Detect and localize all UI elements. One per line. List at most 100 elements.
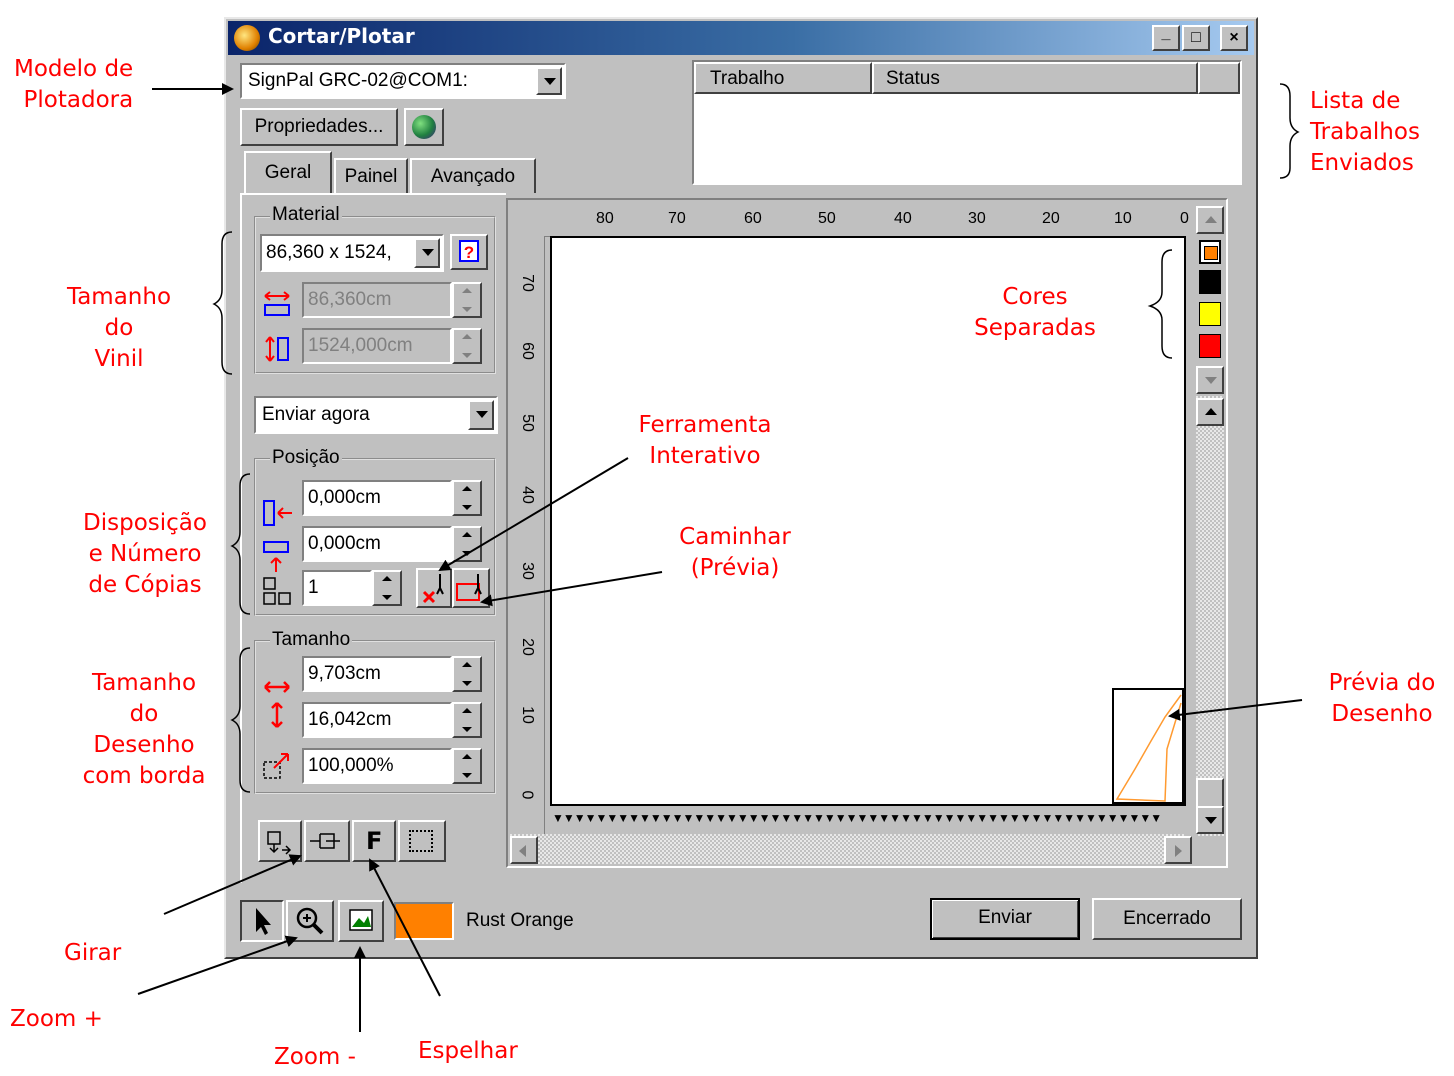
annotation-caminhar: Caminhar (Prévia) [650, 522, 820, 584]
size-group-label: Tamanho [270, 629, 353, 651]
maximize-button[interactable]: □ [1182, 25, 1210, 51]
chevron-down-icon[interactable] [414, 238, 440, 268]
column-header-status[interactable]: Status [872, 62, 1198, 94]
minimize-button[interactable]: _ [1152, 25, 1180, 51]
color-swatch[interactable] [1199, 334, 1221, 358]
tab-avancado-label: Avançado [430, 166, 516, 187]
vertical-scrollbar[interactable] [1196, 396, 1224, 836]
ruler-v-tick: 20 [518, 638, 536, 656]
annotation-caminhar-text: Caminhar (Prévia) [679, 524, 791, 581]
mirror-icon: F [366, 827, 383, 855]
annotation-tamanho-desenho: Tamanho do Desenho com borda [64, 668, 224, 792]
position-x-icon [262, 498, 294, 528]
interactive-tool-button[interactable] [416, 568, 452, 608]
plotter-model-select[interactable]: SignPal GRC-02@COM1: [240, 63, 566, 99]
annotation-zoom-minus: Zoom - [274, 1042, 356, 1073]
help-icon: ? [459, 240, 479, 262]
color-scroll-up-button[interactable] [1196, 206, 1224, 234]
horizontal-scrollbar[interactable] [510, 834, 1186, 864]
frame-button[interactable] [398, 820, 446, 862]
annotation-espelhar-text: Espelhar [418, 1038, 518, 1064]
position-y-field[interactable]: 0,000cm [302, 526, 452, 562]
mirror-button[interactable]: F [352, 820, 396, 862]
scroll-thumb[interactable] [1196, 778, 1224, 808]
material-height-spinner [452, 328, 482, 364]
send-button-label: Enviar [978, 907, 1032, 928]
material-size-select[interactable]: 86,360 x 1524, [260, 234, 444, 272]
ruler-h-tick: 10 [1114, 210, 1132, 227]
ruler-h-tick: 50 [818, 210, 836, 227]
position-group-label: Posição [270, 447, 342, 469]
brace-lista [1279, 83, 1300, 179]
annotation-zoom-plus-text: Zoom + [10, 1006, 103, 1032]
color-swatch[interactable] [1199, 270, 1221, 294]
chevron-down-icon[interactable] [468, 400, 494, 430]
material-group-label: Material [270, 204, 342, 226]
size-width-field[interactable]: 9,703cm [302, 656, 452, 692]
material-help-button[interactable]: ? [450, 234, 488, 270]
annotation-cores: Cores Separadas [960, 282, 1110, 344]
material-height-value: 1524,000cm [308, 335, 413, 356]
tab-avancado[interactable]: Avançado [410, 158, 536, 193]
scale-value: 100,000% [308, 755, 394, 776]
chevron-right-icon [1175, 845, 1182, 857]
walk-preview-button[interactable] [452, 568, 490, 608]
width-arrows-icon [262, 288, 292, 318]
position-y-spinner[interactable] [452, 526, 482, 562]
select-tool-button[interactable] [240, 900, 284, 942]
ruler-h-tick: 60 [744, 210, 762, 227]
window-title: Cortar/Plotar [268, 24, 415, 48]
column-header-job[interactable]: Trabalho [694, 62, 872, 94]
height-arrows-icon [262, 334, 292, 364]
plotter-settings-button[interactable] [404, 108, 444, 146]
size-height-field[interactable]: 16,042cm [302, 702, 452, 738]
close-button[interactable]: Encerrado [1092, 898, 1242, 940]
annotation-ferramenta: Ferramenta Interativo [620, 410, 790, 472]
copies-spinner[interactable] [372, 570, 402, 606]
size-width-value: 9,703cm [308, 663, 381, 684]
vertical-ruler [510, 236, 545, 834]
scroll-left-button[interactable] [510, 836, 538, 864]
scale-field[interactable]: 100,000% [302, 748, 452, 784]
ruler-h-tick: 0 [1180, 210, 1189, 227]
annotation-lista-text: Lista de Trabalhos Enviados [1310, 88, 1420, 176]
job-list[interactable]: Trabalho Status [692, 60, 1242, 185]
send-button[interactable]: Enviar [930, 898, 1080, 940]
annotation-girar: Girar [64, 938, 121, 969]
annotation-disposicao: Disposição e Número de Cópias [72, 508, 218, 601]
color-swatch[interactable] [1199, 302, 1221, 326]
close-window-button[interactable]: × [1220, 25, 1248, 51]
annotation-zoom-minus-text: Zoom - [274, 1044, 356, 1070]
zoom-in-button[interactable] [286, 900, 334, 942]
scroll-up-button[interactable] [1196, 398, 1224, 426]
frame-icon [409, 830, 433, 852]
copies-value: 1 [308, 577, 319, 598]
size-width-spinner[interactable] [452, 656, 482, 692]
scroll-right-button[interactable] [1164, 836, 1192, 864]
scale-spinner[interactable] [452, 748, 482, 784]
tab-geral-label: Geral [264, 162, 312, 183]
position-x-spinner[interactable] [452, 480, 482, 516]
perforation-row: ▼▼▼▼▼▼▼▼▼▼▼▼▼▼▼▼▼▼▼▼▼▼▼▼▼▼▼▼▼▼▼▼▼▼▼▼▼▼▼▼… [552, 812, 1162, 824]
annotation-modelo-text: Modelo de Plotadora [14, 56, 134, 113]
current-color-swatch [394, 902, 454, 940]
chevron-down-icon[interactable] [536, 67, 562, 95]
send-mode-select[interactable]: Enviar agora [254, 396, 498, 434]
zoom-in-icon [296, 907, 324, 935]
position-x-field[interactable]: 0,000cm [302, 480, 452, 516]
tab-painel[interactable]: Painel [334, 158, 408, 193]
connector-button[interactable] [304, 820, 350, 862]
rotate-button[interactable] [258, 820, 302, 862]
drawing-preview[interactable] [1112, 688, 1184, 804]
tab-geral[interactable]: Geral [244, 151, 332, 195]
copies-field[interactable]: 1 [302, 570, 372, 606]
scroll-down-button[interactable] [1196, 806, 1224, 834]
zoom-out-button[interactable] [338, 900, 384, 942]
size-height-spinner[interactable] [452, 702, 482, 738]
properties-button[interactable]: Propriedades... [240, 108, 398, 146]
color-swatch[interactable] [1199, 240, 1221, 264]
chevron-down-icon [1205, 377, 1217, 384]
color-scroll-down-button[interactable] [1196, 366, 1224, 394]
ruler-v-tick: 10 [518, 706, 536, 724]
ruler-v-tick: 40 [518, 486, 536, 504]
